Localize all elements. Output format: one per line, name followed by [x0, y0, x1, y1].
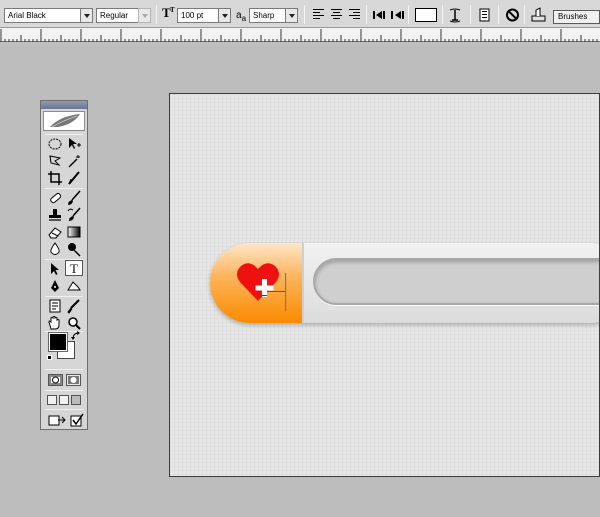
- align-right-icon[interactable]: [349, 9, 360, 20]
- jump-to-imageready-icon[interactable]: [47, 412, 67, 428]
- foreground-color-swatch[interactable]: [48, 332, 68, 352]
- toolbox-separator: [45, 390, 83, 391]
- ruler-ticks: [0, 29, 598, 42]
- separator: [470, 5, 471, 24]
- anti-alias-dropdown-icon[interactable]: [285, 8, 298, 23]
- anti-alias-icon: aa: [236, 8, 246, 27]
- eyedropper-tool-icon[interactable]: [65, 298, 83, 314]
- quick-mask-mode-button[interactable]: [66, 374, 81, 386]
- standard-screen-mode-icon[interactable]: [47, 395, 57, 405]
- text-direction-ltr-icon[interactable]: [372, 7, 389, 23]
- cancel-icon[interactable]: [504, 7, 521, 23]
- hand-tool-icon[interactable]: [46, 315, 64, 331]
- brushes-tab-label: Brushes: [558, 12, 588, 21]
- notes-tool-icon[interactable]: [46, 298, 64, 314]
- shape-tool-icon[interactable]: [65, 278, 83, 294]
- toolbox-separator: [45, 188, 83, 189]
- toolbox: T: [40, 100, 88, 430]
- path-selection-icon[interactable]: [46, 261, 64, 277]
- pen-tool-icon[interactable]: [46, 278, 64, 294]
- heart-plus-icon: [237, 263, 287, 311]
- separator: [156, 5, 157, 24]
- warp-text-icon[interactable]: [447, 7, 464, 23]
- standard-mode-button[interactable]: [48, 374, 63, 386]
- full-screen-menu-mode-icon[interactable]: [59, 395, 69, 405]
- anti-alias-sub-glyph: a: [241, 14, 247, 23]
- anti-alias-select[interactable]: Sharp: [249, 8, 287, 23]
- svg-text:T: T: [170, 6, 175, 14]
- clone-stamp-icon[interactable]: [46, 207, 64, 223]
- toolbox-separator: [45, 296, 83, 297]
- tool-preset-icon[interactable]: [530, 7, 547, 23]
- font-style-dropdown-icon[interactable]: [138, 8, 151, 23]
- toolbox-separator: [45, 409, 83, 410]
- separator: [524, 5, 525, 24]
- swap-colors-icon[interactable]: [71, 331, 81, 343]
- type-tool-glyph: T: [70, 261, 78, 276]
- toolbox-title-bar[interactable]: [41, 101, 87, 109]
- move-tool-icon[interactable]: [65, 136, 83, 152]
- font-size-dropdown-icon[interactable]: [218, 8, 231, 23]
- full-screen-mode-icon[interactable]: [71, 395, 81, 405]
- font-family-dropdown-icon[interactable]: [80, 8, 93, 23]
- font-size-select[interactable]: 100 pt: [177, 8, 220, 23]
- dodge-tool-icon[interactable]: [65, 241, 83, 257]
- character-palette-icon[interactable]: [477, 7, 494, 23]
- text-color-swatch[interactable]: [415, 8, 437, 22]
- align-left-icon[interactable]: [313, 9, 324, 20]
- document-canvas[interactable]: [169, 93, 600, 477]
- separator: [498, 5, 499, 24]
- toolbox-separator: [45, 134, 83, 135]
- healing-brush-icon[interactable]: [46, 190, 64, 206]
- align-center-icon[interactable]: [331, 9, 342, 20]
- separator: [304, 5, 305, 24]
- photoshop-feather-logo[interactable]: [43, 111, 85, 131]
- slice-tool-icon[interactable]: [65, 170, 83, 186]
- blur-tool-icon[interactable]: [46, 241, 64, 257]
- toolbox-separator: [45, 369, 83, 370]
- lasso-tool-icon[interactable]: [46, 153, 64, 169]
- history-brush-icon[interactable]: [65, 207, 83, 223]
- gradient-tool-icon[interactable]: [65, 224, 83, 240]
- options-bar: Arial Black Regular TT 100 pt aa Sharp B…: [0, 0, 600, 28]
- separator: [366, 5, 367, 24]
- ellipse-marquee-icon[interactable]: [46, 136, 64, 152]
- magic-wand-icon[interactable]: [65, 153, 83, 169]
- font-family-select[interactable]: Arial Black: [4, 8, 82, 23]
- font-size-icon: TT: [162, 5, 176, 24]
- horizontal-ruler[interactable]: [0, 28, 600, 42]
- separator: [408, 5, 409, 24]
- crop-tool-icon[interactable]: [46, 170, 64, 186]
- search-field-graphic: [313, 258, 599, 305]
- brush-tool-icon[interactable]: [65, 190, 83, 206]
- zoom-tool-icon[interactable]: [65, 315, 83, 331]
- eraser-tool-icon[interactable]: [46, 224, 64, 240]
- brushes-tab[interactable]: Brushes: [553, 10, 600, 24]
- edit-in-imageready-icon[interactable]: [68, 412, 86, 428]
- default-colors-icon[interactable]: [47, 355, 52, 360]
- separator: [442, 5, 443, 24]
- text-direction-rtl-icon[interactable]: [389, 7, 406, 23]
- type-tool-icon[interactable]: T: [65, 260, 83, 276]
- font-style-select[interactable]: Regular: [96, 8, 140, 23]
